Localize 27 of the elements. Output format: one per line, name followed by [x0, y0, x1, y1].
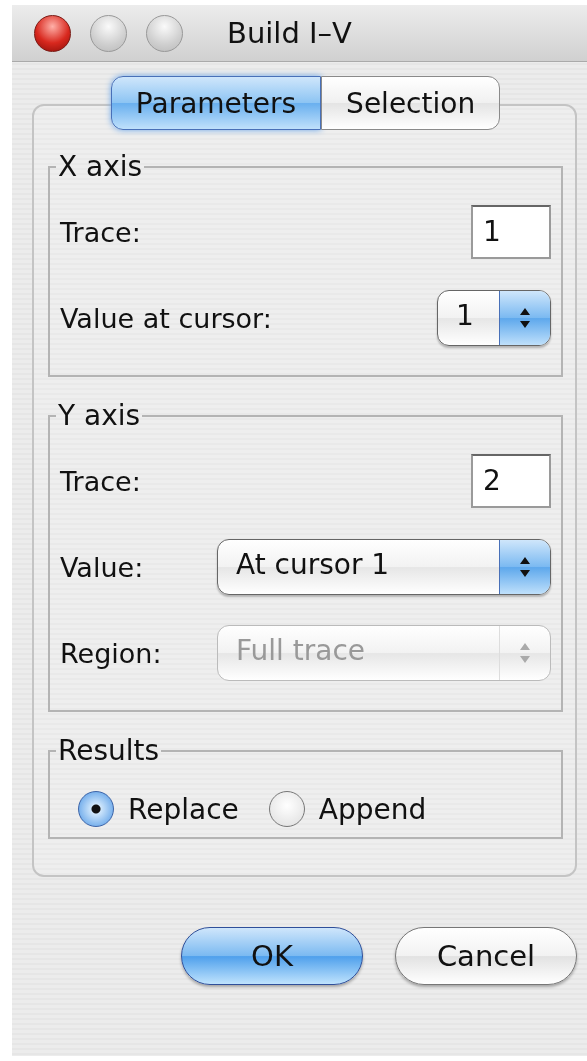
up-down-arrows-icon [519, 555, 531, 579]
close-button[interactable] [34, 14, 71, 52]
tab[interactable]: Selection [321, 76, 501, 130]
zoom-button[interactable] [146, 14, 183, 52]
window-title: Build I–V [227, 16, 352, 50]
radio-label: Append [318, 792, 427, 826]
field-label: Trace: [60, 216, 141, 248]
group-title: Y axis [57, 399, 142, 432]
radio-button[interactable] [78, 791, 114, 827]
field-label: Value: [60, 551, 144, 583]
field-label: Trace: [60, 465, 141, 497]
popup-menu[interactable]: At cursor 1 [217, 539, 551, 595]
up-down-arrows-icon [519, 641, 531, 665]
radio-button[interactable] [268, 791, 305, 827]
stepper-popup[interactable]: 1 [437, 290, 551, 346]
cancel-button[interactable]: Cancel [395, 927, 577, 985]
text-field[interactable]: 2 [471, 454, 551, 508]
field-label: Region: [60, 637, 162, 669]
text-field[interactable]: 1 [471, 205, 551, 259]
field-label: Value at cursor: [60, 302, 272, 334]
group-title: X axis [57, 150, 144, 183]
group-title: Results [57, 734, 161, 767]
up-down-arrows-icon [519, 306, 531, 330]
radio-label: Replace [128, 792, 239, 826]
ok-button[interactable]: OK [181, 927, 363, 985]
tab[interactable]: Parameters [110, 76, 322, 130]
minimize-button[interactable] [90, 14, 127, 52]
